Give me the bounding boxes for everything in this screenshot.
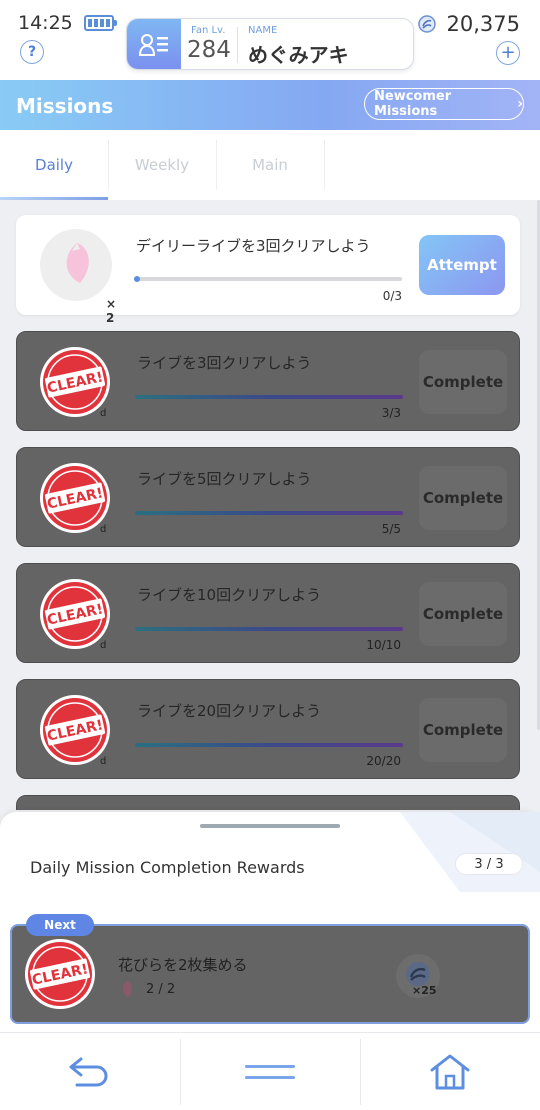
name-label: NAME [248, 25, 278, 36]
bottom-navigation [0, 1032, 540, 1110]
stamp-mark: d [100, 524, 107, 535]
profile-card[interactable]: Fan Lv. 284 NAME めぐみアキ [126, 18, 414, 70]
tab-daily[interactable]: Daily [0, 130, 108, 200]
mission-title: ライブを10回クリアしよう [137, 586, 322, 604]
reward-quantity: × 2 [106, 297, 117, 325]
clear-stamp-icon: CLEAR! [25, 939, 95, 1009]
missions-header: Missions Newcomer Missions › [0, 80, 540, 130]
complete-button[interactable]: Complete [419, 582, 507, 646]
home-button[interactable] [360, 1033, 540, 1110]
add-currency-button[interactable]: + [496, 41, 520, 65]
status-clock: 14:25 [18, 12, 73, 34]
next-badge: Next [26, 914, 94, 936]
reward-progress-text: 2 / 2 [146, 982, 176, 997]
progress-fill [134, 276, 140, 282]
mission-progress-bar [135, 395, 403, 399]
back-arrow-icon [69, 1057, 108, 1087]
newcomer-missions-button[interactable]: Newcomer Missions › [364, 88, 524, 120]
mission-card-partial [16, 795, 520, 810]
menu-icon [245, 1065, 295, 1079]
mission-list[interactable]: × 2 デイリーライブを3回クリアしよう 0/3 Attempt CLEAR! … [0, 200, 540, 810]
player-name: めぐみアキ [248, 43, 349, 67]
missions-screen: 14:25 ? Fan Lv. 284 NAME めぐみアキ 20,375 + … [0, 0, 540, 1110]
mission-card: CLEAR! d ライブを10回クリアしよう 10/10 Complete [16, 563, 520, 663]
mission-progress-text: 20/20 [366, 754, 401, 768]
rewards-title: Daily Mission Completion Rewards [30, 858, 305, 877]
stamp-mark: d [100, 756, 107, 767]
petal-icon [122, 980, 132, 998]
page-title: Missions [16, 94, 114, 118]
mission-card: × 2 デイリーライブを3回クリアしよう 0/3 Attempt [16, 215, 520, 325]
newcomer-missions-label: Newcomer Missions [374, 89, 452, 119]
mission-tabs: Daily Weekly Main [0, 130, 540, 200]
mission-progress-text: 3/3 [381, 406, 401, 420]
tab-weekly[interactable]: Weekly [108, 130, 216, 200]
mission-card: CLEAR! d ライブを20回クリアしよう 20/20 Complete [16, 679, 520, 779]
mission-progress-bar [135, 627, 403, 631]
stamp-mark: d [100, 640, 107, 651]
attempt-button[interactable]: Attempt [419, 235, 505, 295]
complete-button[interactable]: Complete [419, 466, 507, 530]
fan-level-label: Fan Lv. [191, 25, 226, 36]
currency-amount: 20,375 [446, 12, 520, 36]
mission-title: ライブを20回クリアしよう [137, 702, 322, 720]
battery-icon [84, 15, 117, 31]
mission-progress-bar [134, 276, 402, 282]
mission-card: CLEAR! d ライブを3回クリアしよう 3/3 Complete [16, 331, 520, 431]
mission-progress-text: 0/3 [382, 289, 402, 303]
top-bar: 14:25 ? Fan Lv. 284 NAME めぐみアキ 20,375 + [0, 0, 540, 80]
back-button[interactable] [0, 1033, 180, 1110]
reward-multiplier: ×25 [412, 984, 437, 997]
stamp-mark: d [100, 408, 107, 419]
tab-main[interactable]: Main [216, 130, 324, 200]
mission-title: デイリーライブを3回クリアしよう [136, 237, 371, 255]
menu-button[interactable] [180, 1033, 360, 1110]
mission-reward-item: × 2 [40, 229, 116, 325]
mission-progress-bar [135, 511, 403, 515]
profile-id-icon [127, 19, 181, 69]
sheet-drag-handle[interactable] [200, 824, 340, 828]
mission-progress-text: 5/5 [381, 522, 401, 536]
currency-swirl-icon [418, 15, 436, 37]
profile-divider [237, 27, 238, 63]
chevron-right-icon: › [517, 96, 523, 112]
reward-mission-title: 花びらを2枚集める [118, 956, 248, 974]
completion-reward-card[interactable]: CLEAR! 花びらを2枚集める 2 / 2 ×25 [10, 924, 530, 1024]
mission-card: CLEAR! d ライブを5回クリアしよう 5/5 Complete [16, 447, 520, 547]
complete-button[interactable]: Complete [419, 698, 507, 762]
home-icon [430, 1054, 470, 1090]
mission-title: ライブを3回クリアしよう [137, 354, 312, 372]
mission-title: ライブを5回クリアしよう [137, 470, 312, 488]
help-button[interactable]: ? [20, 40, 44, 64]
fan-level-value: 284 [187, 37, 231, 63]
rewards-count: 3 / 3 [455, 853, 523, 875]
complete-button[interactable]: Complete [419, 350, 507, 414]
sheet-decoration [400, 812, 540, 892]
mission-progress-bar [135, 743, 403, 747]
mission-progress-text: 10/10 [366, 638, 401, 652]
petal-icon [66, 243, 89, 283]
tab-divider [324, 140, 325, 190]
